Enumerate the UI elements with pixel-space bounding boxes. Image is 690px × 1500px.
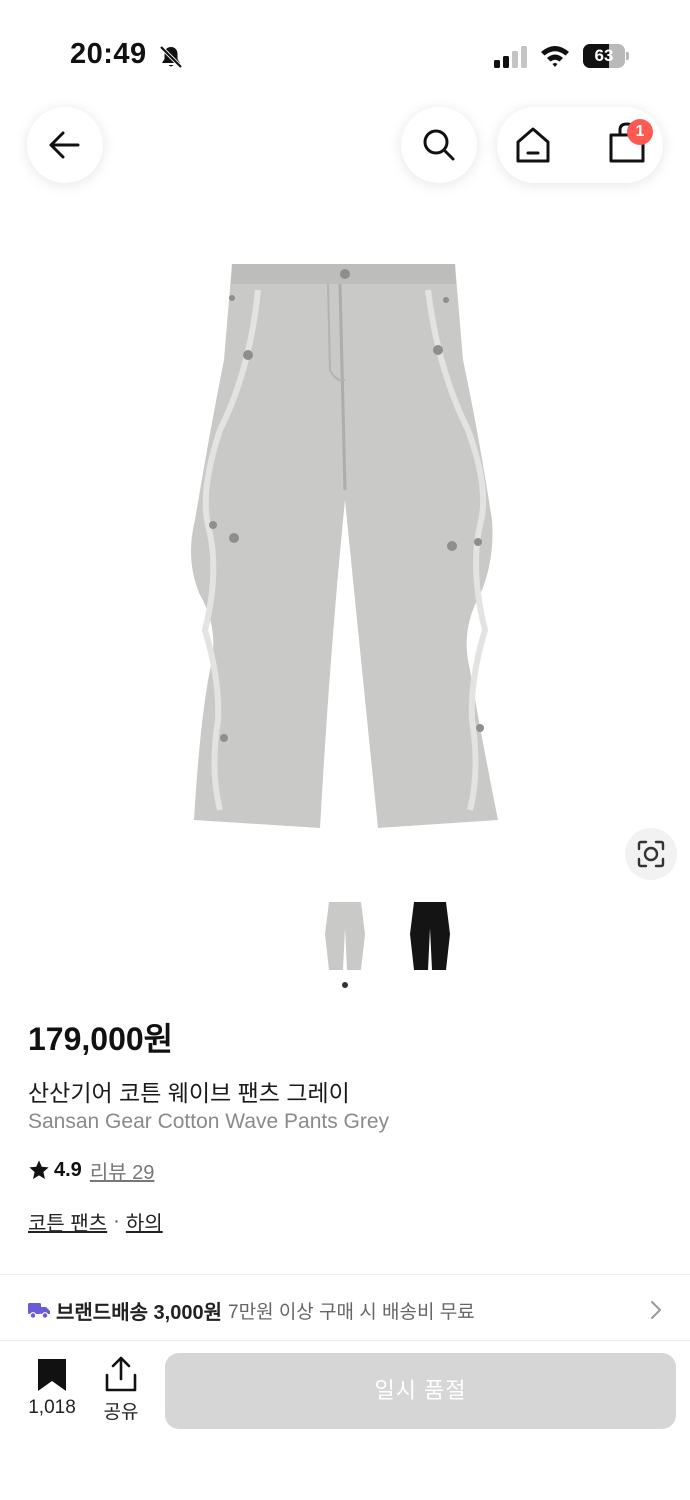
share-label: 공유 [103, 1402, 139, 1423]
delivery-truck-icon [28, 1303, 50, 1319]
bookmark-icon [38, 1359, 66, 1391]
cart-count-badge: 1 [627, 119, 653, 145]
category-link-bottoms[interactable]: 하의 [126, 1207, 163, 1236]
lens-scan-icon [637, 840, 665, 868]
carousel-indicator-dot [342, 982, 348, 988]
share-icon [105, 1356, 137, 1392]
shipping-info-row[interactable]: 브랜드배송 3,000원 7만원 이상 구매 시 배송비 무료 [28, 1293, 668, 1327]
back-button[interactable] [27, 107, 103, 183]
arrow-left-icon [49, 131, 80, 159]
home-icon [516, 127, 550, 163]
battery-percent: 63 [594, 46, 614, 65]
nav-pill: 1 [497, 107, 663, 183]
battery-body: 63 [583, 44, 625, 68]
home-button[interactable] [511, 123, 555, 167]
status-bar: 20:49 63 [0, 0, 690, 110]
battery-indicator: 63 [583, 44, 629, 68]
shipping-note: 7만원 이상 구매 시 배송비 무료 [228, 1301, 475, 1323]
thumbnail-grey[interactable] [321, 898, 369, 974]
category-breadcrumb: 코튼 팬츠 · 하의 [28, 1207, 163, 1236]
product-name-korean: 산산기어 코튼 웨이브 팬츠 그레이 [28, 1080, 350, 1106]
share-button[interactable]: 공유 [96, 1355, 146, 1425]
product-name-english: Sansan Gear Cotton Wave Pants Grey [28, 1110, 390, 1133]
category-separator: · [113, 1210, 120, 1232]
sold-out-button[interactable]: 일시 품절 [165, 1353, 676, 1429]
product-image[interactable] [180, 250, 510, 840]
status-time: 20:49 [70, 38, 147, 70]
review-link[interactable]: 리뷰 29 [90, 1156, 155, 1185]
star-icon [29, 1160, 49, 1179]
search-icon [423, 129, 455, 161]
product-price: 179,000원 [28, 1021, 174, 1057]
bookmark-count: 1,018 [28, 1397, 76, 1418]
image-search-button[interactable] [625, 828, 677, 880]
rating-row: 4.9 리뷰 29 [28, 1156, 154, 1184]
bookmark-button[interactable]: 1,018 [22, 1355, 82, 1425]
category-link-cotton-pants[interactable]: 코튼 팬츠 [28, 1207, 107, 1236]
chevron-right-icon [651, 1301, 661, 1319]
wifi-icon [541, 46, 569, 67]
bottom-action-bar: 1,018 공유 일시 품절 [0, 1340, 690, 1500]
rating-value: 4.9 [54, 1158, 82, 1181]
section-divider [0, 1274, 690, 1275]
shipping-label: 브랜드배송 3,000원 [56, 1301, 223, 1324]
thumbnail-black[interactable] [406, 898, 454, 974]
battery-nub [626, 52, 629, 60]
bell-off-icon [159, 45, 183, 69]
search-button[interactable] [401, 107, 477, 183]
cellular-signal-icon [494, 46, 527, 68]
